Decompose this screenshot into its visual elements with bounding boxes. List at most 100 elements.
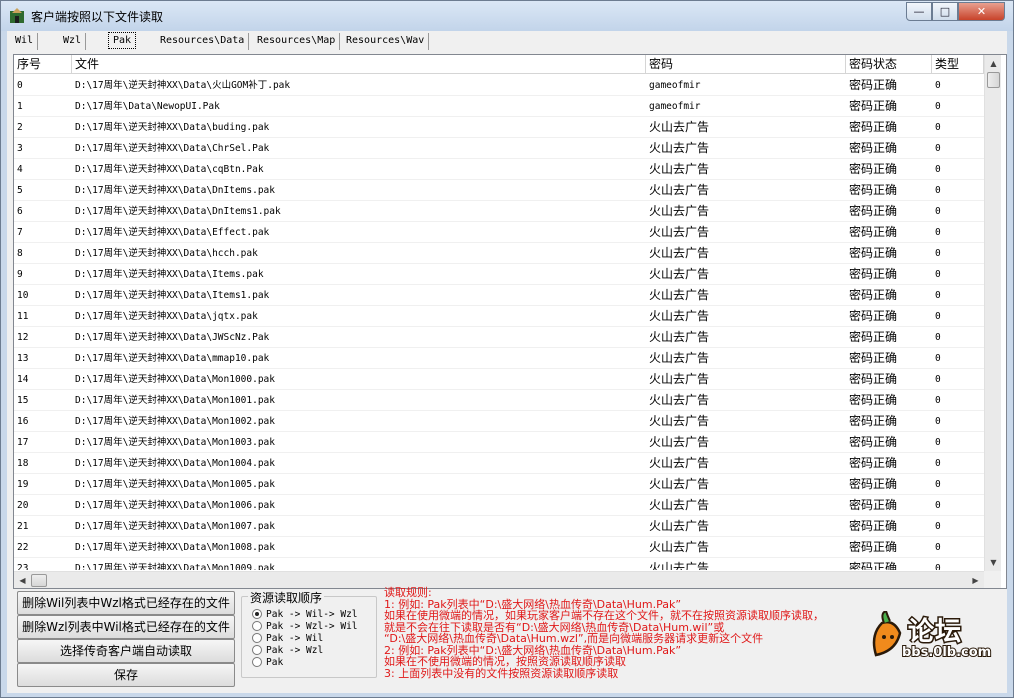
row-password: 火山去广告 [649,225,710,239]
row-type: 0 [935,542,941,553]
table-row[interactable]: 18 D:\17周年\逆天封神XX\Data\Mon1004.pak 火山去广告 密码… [14,453,984,474]
row-password-status: 密码正确 [849,78,898,92]
load-order-option-5[interactable]: Pak [252,656,283,669]
table-row[interactable]: 16 D:\17周年\逆天封神XX\Data\Mon1002.pak 火山去广告 密码… [14,411,984,432]
row-password: 火山去广告 [649,162,710,176]
table-row[interactable]: 9 D:\17周年\逆天封神XX\Data\Items.pak 火山去广告 密码正确 0 [14,264,984,285]
delete-wil-duplicates-button[interactable]: 删除Wil列表中Wzl格式已经存在的文件 [17,591,235,615]
column-header-type[interactable]: 类型 [932,55,984,74]
tab-resources-data[interactable]: Resources\Data [156,33,250,50]
table-row[interactable]: 6 D:\17周年\逆天封神XX\Data\DnItems1.pak 火山去广告 密码… [14,201,984,222]
column-header-password[interactable]: 密码 [646,55,846,74]
row-type: 0 [935,563,941,570]
list-header: 序号 文件 密码 密码状态 类型 [14,55,984,74]
column-header-no[interactable]: 序号 [14,55,72,74]
vertical-scrollbar[interactable]: ▲ ▼ [984,55,1001,571]
save-button[interactable]: 保存 [17,663,235,687]
table-row[interactable]: 23 D:\17周年\逆天封神XX\Data\Mon1009.pak 火山去广告 密码… [14,558,984,570]
row-password: 火山去广告 [649,120,710,134]
row-number: 0 [17,80,23,91]
rules-line: 读取规则: [384,586,432,599]
table-row[interactable]: 1 D:\17周年\Data\NewopUI.Pak gameofmir 密码正确 0 [14,96,984,117]
option-label: Pak -> Wzl [266,645,324,656]
row-type: 0 [935,269,941,280]
horizontal-scrollbar[interactable]: ◀ ▶ [14,571,984,588]
load-order-option-2[interactable]: Pak -> Wzl-> Wil [252,620,358,633]
table-row[interactable]: 17 D:\17周年\逆天封神XX\Data\Mon1003.pak 火山去广告 密码… [14,432,984,453]
row-password-status: 密码正确 [849,414,898,428]
row-type: 0 [935,437,941,448]
scroll-right-icon[interactable]: ▶ [967,572,984,588]
row-file-path: D:\17周年\逆天封神XX\Data\Mon1007.pak [75,521,275,532]
table-row[interactable]: 4 D:\17周年\逆天封神XX\Data\cqBtn.Pak 火山去广告 密码正确 0 [14,159,984,180]
radio-icon[interactable] [252,632,262,643]
column-header-file[interactable]: 文件 [72,55,646,74]
row-number: 8 [17,248,23,259]
table-row[interactable]: 2 D:\17周年\逆天封神XX\Data\buding.pak 火山去广告 密码正确… [14,117,984,138]
select-client-button[interactable]: 选择传奇客户端自动读取 [17,639,235,663]
radio-icon[interactable] [252,620,262,631]
row-type: 0 [935,332,941,343]
table-row[interactable]: 14 D:\17周年\逆天封神XX\Data\Mon1000.pak 火山去广告 密码… [14,369,984,390]
file-list-view[interactable]: 序号 文件 密码 密码状态 类型 0 D:\17周年\逆天封神XX\Data\火山… [13,54,1007,589]
table-row[interactable]: 10 D:\17周年\逆天封神XX\Data\Items1.pak 火山去广告 密码正… [14,285,984,306]
table-row[interactable]: 0 D:\17周年\逆天封神XX\Data\火山GOM补丁.pak gameofmi… [14,75,984,96]
row-number: 16 [17,416,29,427]
table-row[interactable]: 5 D:\17周年\逆天封神XX\Data\DnItems.pak 火山去广告 密码正… [14,180,984,201]
row-file-path: D:\17周年\逆天封神XX\Data\ChrSel.Pak [75,143,270,154]
delete-wzl-duplicates-button[interactable]: 删除Wzl列表中Wil格式已经存在的文件 [17,615,235,639]
row-file-path: D:\17周年\逆天封神XX\Data\jqtx.pak [75,311,258,322]
vertical-scroll-thumb[interactable] [987,72,1000,88]
row-number: 12 [17,332,29,343]
table-row[interactable]: 22 D:\17周年\逆天封神XX\Data\Mon1008.pak 火山去广告 密码… [14,537,984,558]
row-file-path: D:\17周年\逆天封神XX\Data\Mon1009.pak [75,563,275,570]
scroll-up-icon[interactable]: ▲ [985,55,1002,72]
horizontal-scroll-thumb[interactable] [31,574,47,587]
tab-wil[interactable]: Wil [11,33,39,50]
load-order-option-1[interactable]: Pak -> Wil-> Wzl [252,608,358,621]
maximize-button[interactable]: □ [932,2,958,21]
row-file-path: D:\17周年\逆天封神XX\Data\Mon1005.pak [75,479,275,490]
title-bar[interactable]: 客户端按照以下文件读取 — □ ✕ [1,1,1013,31]
table-row[interactable]: 19 D:\17周年\逆天封神XX\Data\Mon1005.pak 火山去广告 密码… [14,474,984,495]
load-order-option-3[interactable]: Pak -> Wil [252,632,323,645]
radio-selected-icon[interactable] [252,608,262,619]
row-file-path: D:\17周年\逆天封神XX\Data\mmap10.pak [75,353,270,364]
list-rows: 0 D:\17周年\逆天封神XX\Data\火山GOM补丁.pak gameofmi… [14,75,984,570]
option-label: Pak -> Wil-> Wzl [266,609,358,620]
radio-icon[interactable] [252,644,262,655]
table-row[interactable]: 13 D:\17周年\逆天封神XX\Data\mmap10.pak 火山去广告 密码正… [14,348,984,369]
tab-resources-wav[interactable]: Resources\Wav [342,33,430,50]
rules-line: 如果在不使用微端的情况，按照资源读取顺序读取 [384,655,626,668]
tab-pak[interactable]: Pak [108,32,137,49]
row-file-path: D:\17周年\逆天封神XX\Data\Items.pak [75,269,264,280]
minimize-button[interactable]: — [906,2,932,21]
table-row[interactable]: 7 D:\17周年\逆天封神XX\Data\Effect.pak 火山去广告 密码正确… [14,222,984,243]
row-number: 15 [17,395,29,406]
scroll-down-icon[interactable]: ▼ [985,554,1002,571]
tab-resources-map[interactable]: Resources\Map [253,33,341,50]
row-type: 0 [935,395,941,406]
load-order-option-4[interactable]: Pak -> Wzl [252,644,324,657]
row-file-path: D:\17周年\Data\NewopUI.Pak [75,101,220,112]
row-password: 火山去广告 [649,393,710,407]
column-header-password-status[interactable]: 密码状态 [846,55,932,74]
table-row[interactable]: 3 D:\17周年\逆天封神XX\Data\ChrSel.Pak 火山去广告 密码正确… [14,138,984,159]
row-password-status: 密码正确 [849,246,898,260]
row-number: 20 [17,500,29,511]
tab-wzl[interactable]: Wzl [59,33,87,50]
table-row[interactable]: 12 D:\17周年\逆天封神XX\Data\JWScNz.Pak 火山去广告 密码正… [14,327,984,348]
scroll-left-icon[interactable]: ◀ [14,572,31,588]
table-row[interactable]: 11 D:\17周年\逆天封神XX\Data\jqtx.pak 火山去广告 密码正确 0 [14,306,984,327]
carrot-mascot-icon [872,611,902,657]
row-file-path: D:\17周年\逆天封神XX\Data\Mon1008.pak [75,542,275,553]
table-row[interactable]: 20 D:\17周年\逆天封神XX\Data\Mon1006.pak 火山去广告 密码… [14,495,984,516]
row-password: gameofmir [649,80,701,91]
table-row[interactable]: 8 D:\17周年\逆天封神XX\Data\hcch.pak 火山去广告 密码正确 0 [14,243,984,264]
table-row[interactable]: 15 D:\17周年\逆天封神XX\Data\Mon1001.pak 火山去广告 密码… [14,390,984,411]
row-type: 0 [935,311,941,322]
row-password-status: 密码正确 [849,498,898,512]
table-row[interactable]: 21 D:\17周年\逆天封神XX\Data\Mon1007.pak 火山去广告 密码… [14,516,984,537]
radio-icon[interactable] [252,656,262,667]
close-button[interactable]: ✕ [958,2,1005,21]
